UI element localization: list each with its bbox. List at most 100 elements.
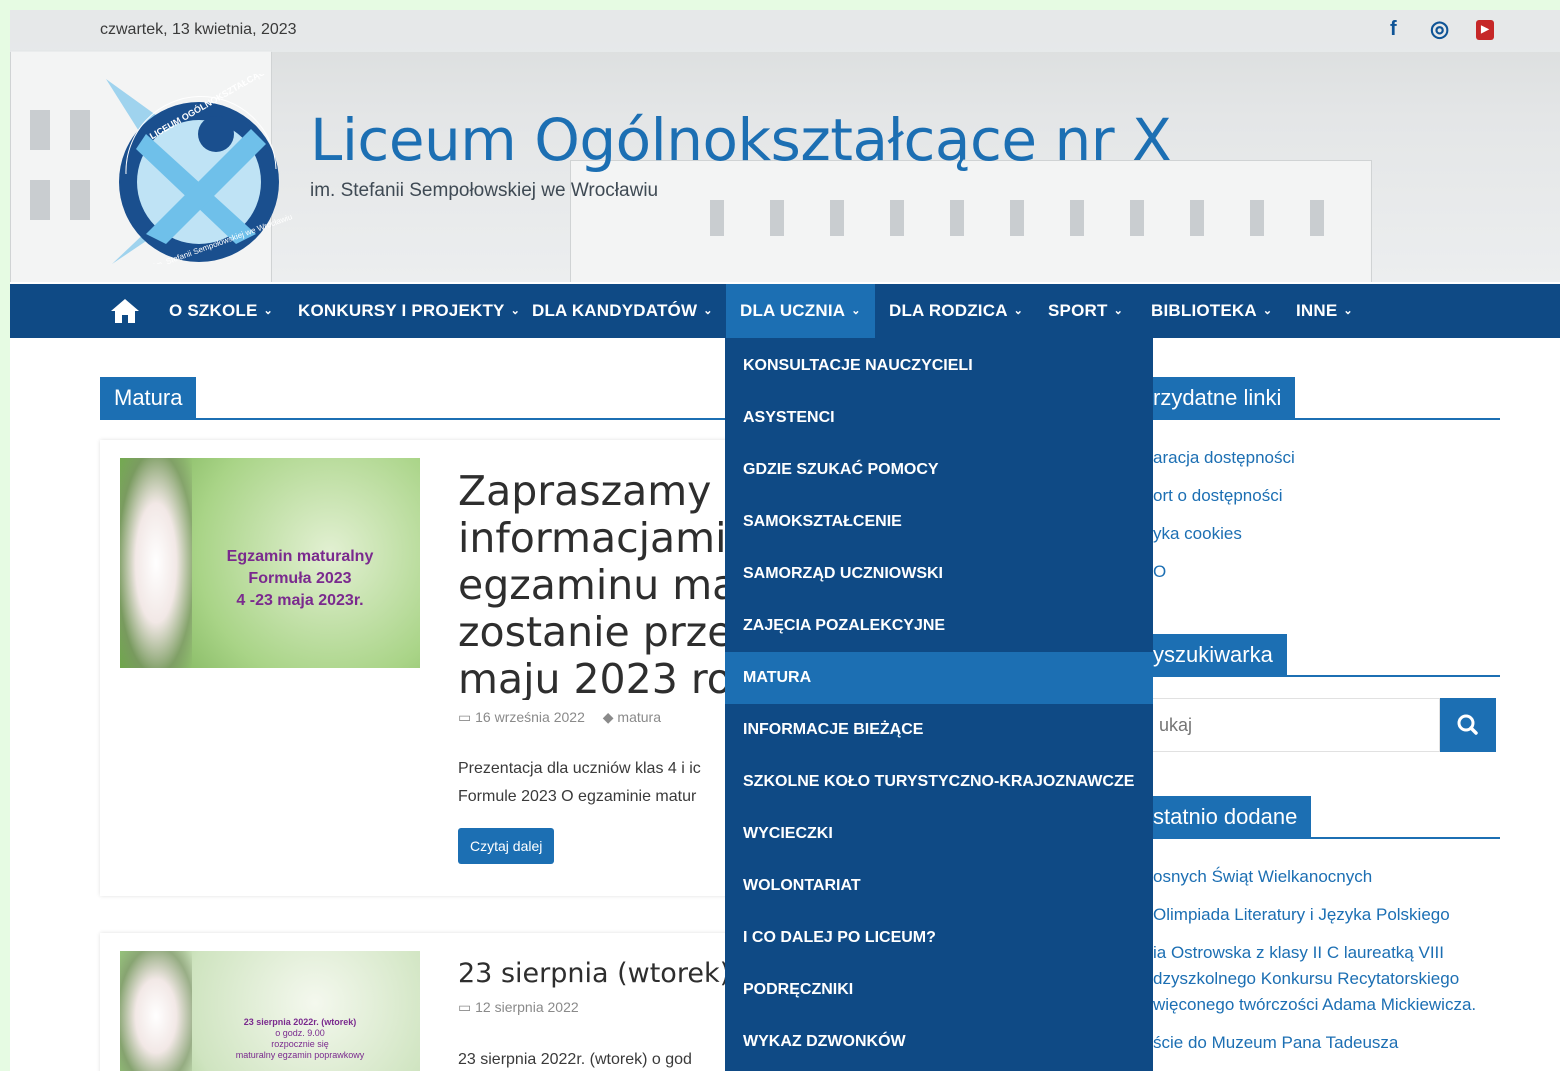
post-title-line: egzaminu matu: [458, 561, 728, 609]
post-date[interactable]: 16 września 2022: [475, 709, 585, 725]
widget-title-links: rzydatne linki: [1150, 377, 1296, 419]
instagram-icon[interactable]: ◎: [1430, 16, 1449, 42]
menu-item-informacje[interactable]: INFORMACJE BIEŻĄCE: [725, 704, 1153, 756]
header-window: [830, 200, 844, 236]
sidebar-link[interactable]: yka cookies: [1153, 524, 1242, 544]
site-header: czwartek, 13 kwietnia, 2023 f ◎ ▶ LICEUM…: [10, 10, 1560, 282]
chevron-down-icon: ⌄: [1343, 305, 1353, 317]
menu-item-zajecia[interactable]: ZAJĘCIA POZALEKCYJNE: [725, 600, 1153, 652]
nav-label: KONKURSY I PROJEKTY: [298, 301, 505, 320]
recent-post-link[interactable]: osnych Świąt Wielkanocnych: [1153, 864, 1503, 890]
post-thumbnail[interactable]: Egzamin maturalny Formuła 2023 4 -23 maj…: [120, 458, 420, 668]
menu-item-kolo-turystyczne[interactable]: SZKOLNE KOŁO TURYSTYCZNO-KRAJOZNAWCZE: [725, 756, 1153, 808]
search-icon: [1457, 714, 1478, 735]
header-window: [770, 200, 784, 236]
header-window: [1070, 200, 1084, 236]
search-input[interactable]: [1150, 698, 1440, 752]
widget-divider: [1150, 418, 1500, 420]
top-bar: czwartek, 13 kwietnia, 2023 f ◎ ▶: [10, 10, 1560, 52]
post-title-line: informacjami o: [458, 514, 728, 562]
menu-item-matura[interactable]: MATURA: [725, 652, 1153, 704]
menu-item-gdzie-szukac-pomocy[interactable]: GDZIE SZUKAĆ POMOCY: [725, 444, 1153, 496]
dropdown-menu-dla-ucznia: KONSULTACJE NAUCZYCIELI ASYSTENCI GDZIE …: [725, 338, 1153, 1071]
nav-item-dla-kandydatow[interactable]: DLA KANDYDATÓW ⌄: [532, 284, 713, 338]
sidebar-link[interactable]: ort o dostępności: [1153, 486, 1282, 506]
post-title[interactable]: 23 sierpnia (wtorek) r: [458, 958, 728, 989]
menu-item-asystenci[interactable]: ASYSTENCI: [725, 392, 1153, 444]
flower-image: [120, 951, 192, 1071]
post-title-line: zostanie przep: [458, 608, 728, 656]
read-more-button[interactable]: Czytaj dalej: [458, 828, 555, 864]
excerpt-line: Formule 2023 O egzaminie matur: [458, 788, 697, 805]
widget-divider: [1150, 675, 1500, 677]
nav-label: DLA RODZICA: [889, 301, 1008, 320]
thumbnail-line: Egzamin maturalny: [226, 548, 374, 565]
menu-item-wolontariat[interactable]: WOLONTARIAT: [725, 860, 1153, 912]
widget-title-search: yszukiwarka: [1150, 634, 1287, 676]
widget-title-recent: statnio dodane: [1150, 796, 1312, 838]
menu-item-podreczniki[interactable]: PODRĘCZNIKI: [725, 964, 1153, 1016]
sidebar-link[interactable]: aracja dostępności: [1153, 448, 1295, 468]
header-window: [30, 110, 50, 150]
calendar-icon: ▭: [458, 999, 476, 1015]
nav-item-dla-ucznia[interactable]: DLA UCZNIA ⌄: [726, 284, 875, 338]
chevron-down-icon: ⌄: [1013, 305, 1024, 317]
thumbnail-line: rozpocznie się: [271, 1039, 329, 1049]
tag-icon: ◆: [602, 709, 618, 725]
nav-item-konkursy[interactable]: KONKURSY I PROJEKTY ⌄: [298, 284, 520, 338]
post-thumbnail[interactable]: 23 sierpnia 2022r. (wtorek) o godz. 9.00…: [120, 951, 420, 1071]
header-window: [70, 110, 90, 150]
header-window: [30, 180, 50, 220]
post-date[interactable]: 12 sierpnia 2022: [475, 999, 579, 1015]
chevron-down-icon: ⌄: [1113, 305, 1123, 317]
chevron-down-icon: ⌄: [703, 305, 713, 317]
search-button[interactable]: [1440, 698, 1496, 752]
nav-label: SPORT: [1048, 301, 1108, 320]
menu-item-konsultacje[interactable]: KONSULTACJE NAUCZYCIELI: [725, 340, 1153, 392]
post-title[interactable]: Zapraszamy do informacjami o egzaminu ma…: [458, 468, 728, 700]
thumbnail-caption: Egzamin maturalny Formuła 2023 4 -23 maj…: [180, 546, 420, 612]
menu-item-wycieczki[interactable]: WYCIECZKI: [725, 808, 1153, 860]
thumbnail-line: 23 sierpnia 2022r. (wtorek): [243, 1017, 357, 1027]
post-meta: ▭ 12 sierpnia 2022: [458, 999, 579, 1016]
facebook-icon[interactable]: f: [1390, 18, 1397, 41]
nav-label: DLA UCZNIA: [740, 301, 846, 320]
header-window: [1310, 200, 1324, 236]
nav-label: O SZKOLE: [169, 301, 258, 320]
menu-item-dzwonki[interactable]: WYKAZ DZWONKÓW: [725, 1016, 1153, 1068]
nav-item-inne[interactable]: INNE ⌄: [1296, 284, 1353, 338]
widget-divider: [1150, 837, 1500, 839]
post-excerpt: Prezentacja dla uczniów klas 4 i ic Form…: [458, 755, 728, 811]
youtube-icon[interactable]: ▶: [1476, 20, 1494, 40]
menu-item-co-dalej[interactable]: I CO DALEJ PO LICEUM?: [725, 912, 1153, 964]
site-title[interactable]: Liceum Ogólnokształcące nr X: [310, 106, 1172, 174]
recent-post-link[interactable]: ia Ostrowska z klasy II C laureatką VIII…: [1153, 940, 1503, 1018]
menu-item-samorzad[interactable]: SAMORZĄD UCZNIOWSKI: [725, 548, 1153, 600]
post-title-line: Zapraszamy do: [458, 468, 728, 515]
category-divider: [100, 418, 760, 420]
post-tag[interactable]: matura: [617, 709, 661, 725]
post-title-line: maju 2023 roku: [458, 655, 728, 701]
nav-item-dla-rodzica[interactable]: DLA RODZICA ⌄: [889, 284, 1023, 338]
site-subtitle: im. Stefanii Sempołowskiej we Wrocławiu: [310, 180, 659, 201]
current-date: czwartek, 13 kwietnia, 2023: [100, 21, 297, 38]
nav-item-o-szkole[interactable]: O SZKOLE ⌄: [169, 284, 273, 338]
excerpt-line: Prezentacja dla uczniów klas 4 i ic: [458, 760, 701, 777]
main-navigation: O SZKOLE ⌄ KONKURSY I PROJEKTY ⌄ DLA KANDY…: [10, 284, 1560, 338]
home-icon[interactable]: [110, 298, 140, 324]
header-window: [1250, 200, 1264, 236]
sidebar-link[interactable]: O: [1153, 562, 1166, 582]
school-logo[interactable]: LICEUM OGÓLNOKSZTAŁCĄCE NR X im. Stefani…: [106, 74, 296, 264]
menu-item-samoksztalcenie[interactable]: SAMOKSZTAŁCENIE: [725, 496, 1153, 548]
nav-label: INNE: [1296, 301, 1338, 320]
page: czwartek, 13 kwietnia, 2023 f ◎ ▶ LICEUM…: [10, 10, 1560, 1071]
category-title: Matura: [100, 377, 197, 419]
nav-item-biblioteka[interactable]: BIBLIOTEKA ⌄: [1151, 284, 1272, 338]
header-window: [1130, 200, 1144, 236]
thumbnail-caption: 23 sierpnia 2022r. (wtorek) o godz. 9.00…: [190, 1017, 410, 1061]
thumbnail-line: maturalny egzamin poprawkowy: [235, 1050, 365, 1060]
nav-item-sport[interactable]: SPORT ⌄: [1048, 284, 1123, 338]
recent-post-link[interactable]: Olimpiada Literatury i Języka Polskiego: [1153, 902, 1503, 928]
recent-post-link[interactable]: ście do Muzeum Pana Tadeusza: [1153, 1030, 1503, 1056]
nav-label: BIBLIOTEKA: [1151, 301, 1257, 320]
